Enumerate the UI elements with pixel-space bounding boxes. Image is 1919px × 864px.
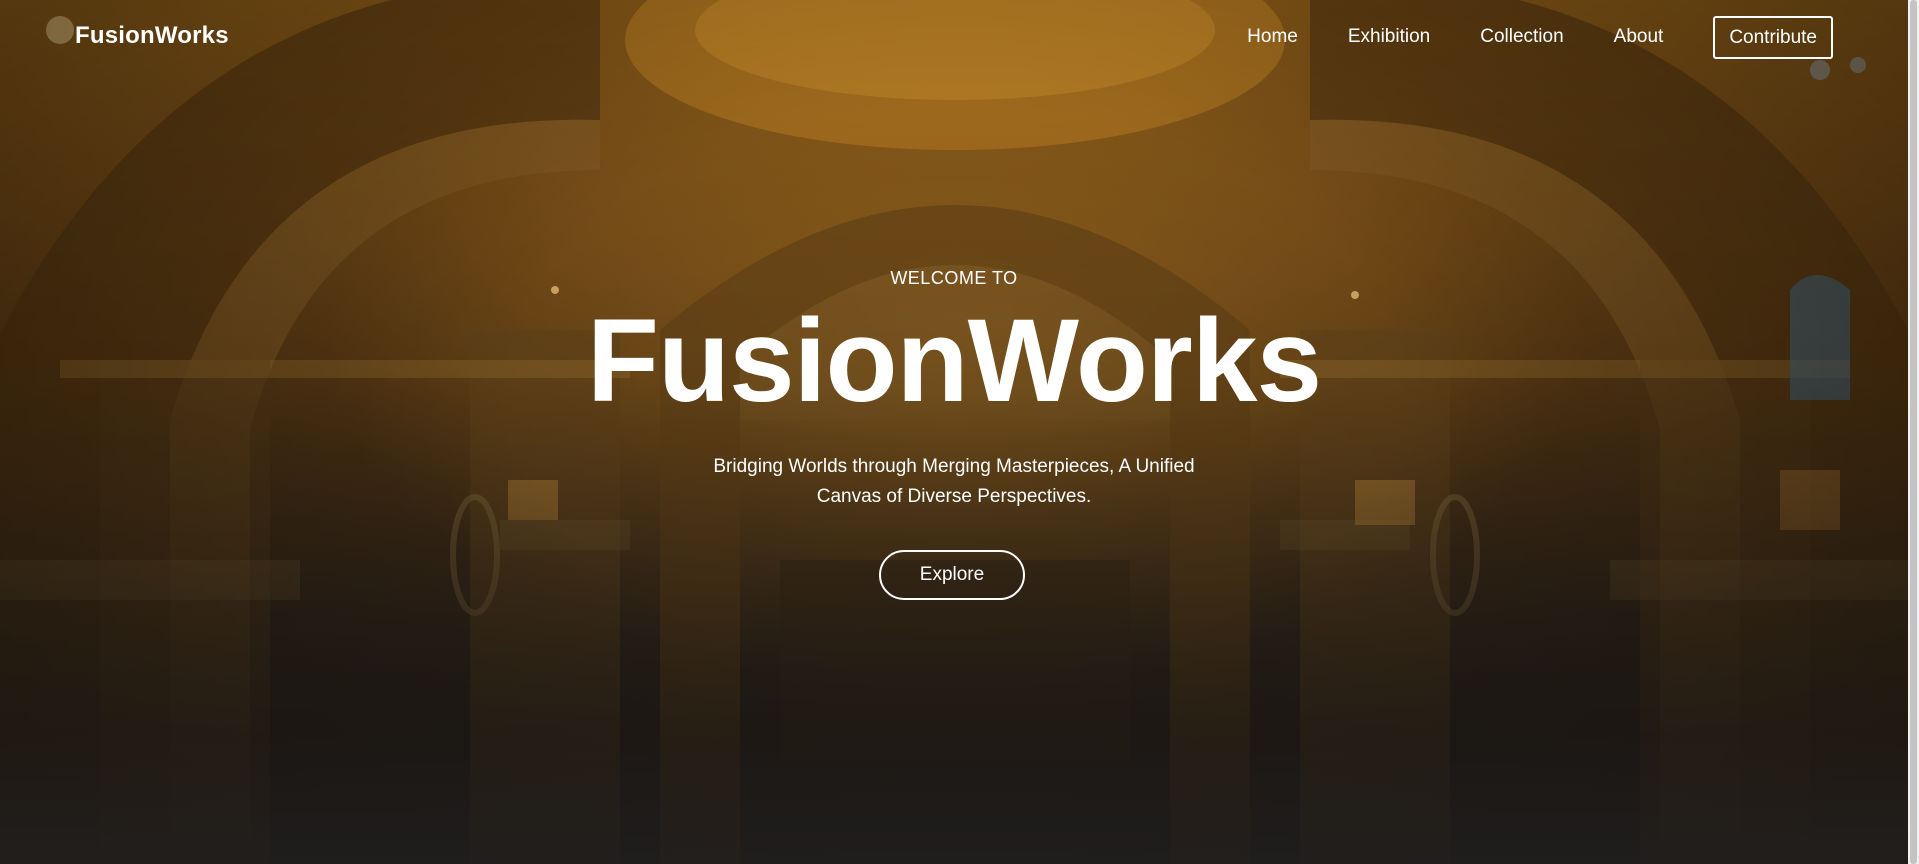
brand-logo[interactable]: FusionWorks — [75, 22, 229, 50]
contribute-button[interactable]: Contribute — [1713, 15, 1833, 59]
hero-kicker: WELCOME TO — [890, 268, 1018, 288]
main-nav: Home Exhibition Collection About Contrib… — [1197, 14, 1833, 60]
hero-subtitle: Bridging Worlds through Merging Masterpi… — [713, 456, 1195, 507]
hero-title: FusionWorks — [586, 295, 1322, 427]
hero-background-image — [0, 0, 1908, 864]
page-scrollbar[interactable] — [1908, 0, 1919, 864]
scrollbar-thumb[interactable] — [1910, 0, 1917, 864]
nav-link-collection[interactable]: Collection — [1480, 26, 1563, 48]
nav-link-home[interactable]: Home — [1247, 26, 1298, 48]
nav-link-exhibition[interactable]: Exhibition — [1348, 26, 1430, 48]
hero-overlay — [0, 0, 1908, 864]
explore-button[interactable]: Explore — [879, 550, 1025, 600]
nav-link-about[interactable]: About — [1614, 26, 1664, 48]
page: FusionWorks Home Exhibition Collection A… — [0, 0, 1919, 864]
